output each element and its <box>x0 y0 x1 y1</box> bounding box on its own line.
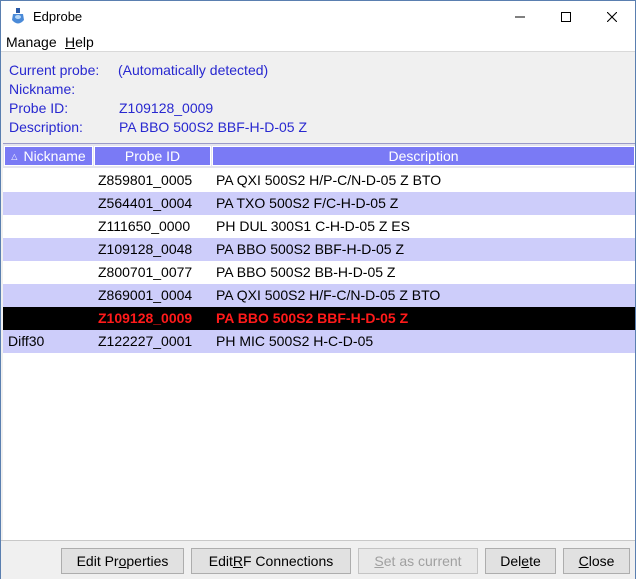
cell-probe-id: Z800701_0077 <box>98 264 193 280</box>
close-window-button[interactable] <box>589 1 635 32</box>
set-current-label-rest: et as current <box>383 553 462 569</box>
table-row[interactable]: Diff30 Z122227_0001 PH MIC 500S2 H-C-D-0… <box>3 330 635 353</box>
menu-bar: Manage Help <box>1 32 635 52</box>
column-header-nickname[interactable]: △ Nickname <box>4 146 93 166</box>
description-label: Description: <box>9 119 83 135</box>
cell-nickname: Diff30 <box>8 333 45 349</box>
menu-manage[interactable]: Manage <box>6 34 57 50</box>
cell-description: PH MIC 500S2 H-C-D-05 <box>216 333 374 349</box>
delete-mnemonic: e <box>521 553 530 569</box>
window-title: Edprobe <box>33 9 83 24</box>
table-row[interactable]: Z111650_0000 PH DUL 300S1 C-H-D-05 Z ES <box>3 215 635 238</box>
title-bar: Edprobe <box>1 1 635 32</box>
menu-help-mnemonic: H <box>65 34 76 50</box>
edprobe-app-icon <box>11 8 25 26</box>
current-probe-value: (Automatically detected) <box>118 62 269 78</box>
cell-description: PH DUL 300S1 C-H-D-05 Z ES <box>216 218 410 234</box>
table-row-selected[interactable]: Z109128_0009 PA BBO 500S2 BBF-H-D-05 Z <box>3 307 635 330</box>
cell-probe-id: Z109128_0009 <box>98 310 193 326</box>
cell-description: PA QXI 500S2 H/P-C/N-D-05 Z BTO <box>216 172 442 188</box>
cell-description: PA BBO 500S2 BBF-H-D-05 Z <box>216 310 409 326</box>
delete-label: Del <box>500 553 522 569</box>
menu-help-label-rest: elp <box>75 34 94 50</box>
cell-probe-id: Z122227_0001 <box>98 333 193 349</box>
column-header-probe-id[interactable]: Probe ID <box>94 146 211 166</box>
set-current-mnemonic: S <box>374 553 384 569</box>
sort-ascending-icon: △ <box>11 151 18 161</box>
cell-probe-id: Z109128_0048 <box>98 241 193 257</box>
probe-table: △ Nickname Probe ID Description Z859801_0… <box>3 143 635 541</box>
description-value: PA BBO 500S2 BBF-H-D-05 Z <box>119 119 308 135</box>
close-button[interactable]: Close <box>563 548 630 574</box>
button-bar: Edit Pr o perties Edit RF Connections Set … <box>1 540 635 579</box>
edprobe-window: Edprobe Manage Help Current probe: (Auto… <box>0 0 636 579</box>
nickname-label: Nickname: <box>9 81 76 97</box>
edit-properties-label: Edit Pr <box>76 553 119 569</box>
table-row[interactable]: Z109128_0048 PA BBO 500S2 BBF-H-D-05 Z <box>3 238 635 261</box>
edit-properties-mnemonic: o <box>118 553 127 569</box>
minimize-button[interactable] <box>497 1 543 32</box>
close-label-rest: lose <box>588 553 615 569</box>
cell-probe-id: Z859801_0005 <box>98 172 193 188</box>
current-probe-info: Current probe: (Automatically detected) … <box>1 52 635 143</box>
delete-label-rest: te <box>529 553 541 569</box>
close-mnemonic: C <box>578 553 589 569</box>
probe-id-value: Z109128_0009 <box>119 100 214 116</box>
edit-rf-mnemonic: R <box>232 553 243 569</box>
table-row[interactable]: Z564401_0004 PA TXO 500S2 F/C-H-D-05 Z <box>3 192 635 215</box>
current-probe-label: Current probe: <box>9 62 100 78</box>
menu-manage-label-rest: anage <box>17 34 57 50</box>
menu-help[interactable]: Help <box>65 34 94 50</box>
table-row[interactable]: Z859801_0005 PA QXI 500S2 H/P-C/N-D-05 Z… <box>3 169 635 192</box>
column-header-description[interactable]: Description <box>212 146 635 166</box>
maximize-icon <box>561 11 571 22</box>
table-row[interactable]: Z800701_0077 PA BBO 500S2 BB-H-D-05 Z <box>3 261 635 284</box>
menu-manage-label: M <box>6 34 18 50</box>
cell-description: PA QXI 500S2 H/F-C/N-D-05 Z BTO <box>216 287 441 303</box>
maximize-button[interactable] <box>543 1 589 32</box>
edit-rf-label-rest: F Connections <box>242 553 334 569</box>
probe-id-label: Probe ID: <box>9 100 69 116</box>
cell-description: PA BBO 500S2 BB-H-D-05 Z <box>216 264 396 280</box>
edit-properties-label-rest: perties <box>126 553 169 569</box>
cell-probe-id: Z869001_0004 <box>98 287 193 303</box>
delete-button[interactable]: Del e te <box>485 548 556 574</box>
table-row[interactable]: Z869001_0004 PA QXI 500S2 H/F-C/N-D-05 Z… <box>3 284 635 307</box>
column-header-nickname-label: Nickname <box>23 148 86 164</box>
cell-description: PA TXO 500S2 F/C-H-D-05 Z <box>216 195 399 211</box>
close-icon <box>607 11 617 22</box>
edit-properties-button[interactable]: Edit Pr o perties <box>61 548 184 574</box>
cell-probe-id: Z564401_0004 <box>98 195 193 211</box>
minimize-icon <box>515 16 525 17</box>
set-as-current-button[interactable]: Set as current <box>358 548 478 574</box>
cell-description: PA BBO 500S2 BBF-H-D-05 Z <box>216 241 405 257</box>
cell-probe-id: Z111650_0000 <box>98 218 191 234</box>
edit-rf-connections-button[interactable]: Edit RF Connections <box>191 548 351 574</box>
table-header: △ Nickname Probe ID Description <box>3 144 635 168</box>
edit-rf-label: Edit <box>208 553 233 569</box>
